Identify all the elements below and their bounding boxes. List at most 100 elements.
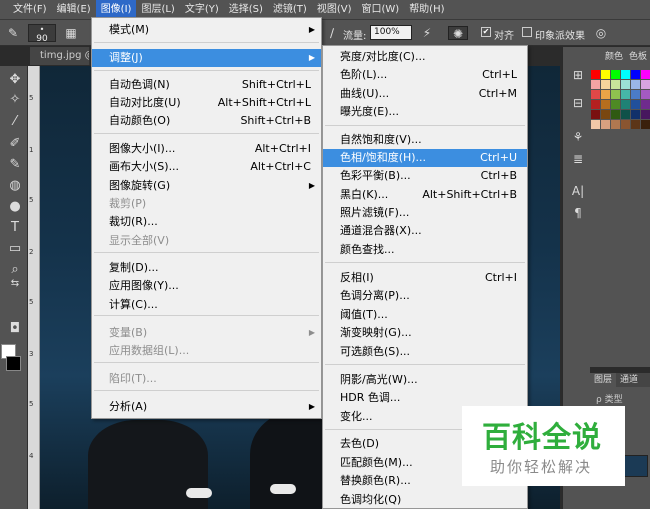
menu-item[interactable]: 计算(C)... bbox=[92, 296, 321, 314]
swatch-cell[interactable] bbox=[601, 100, 610, 109]
swatch-cell[interactable] bbox=[611, 70, 620, 79]
menu-item[interactable]: 渐变映射(G)... bbox=[323, 324, 527, 342]
swatch-cell[interactable] bbox=[601, 120, 610, 129]
document-tab[interactable]: timg.jpg @ bbox=[30, 47, 90, 65]
tab-color[interactable]: 颜色 bbox=[602, 50, 626, 64]
flow-input[interactable]: 100% bbox=[370, 25, 412, 40]
menu-item[interactable]: 裁剪(P) bbox=[92, 195, 321, 213]
menu-item[interactable]: 显示全部(V) bbox=[92, 232, 321, 250]
menu-item[interactable]: 裁切(R)... bbox=[92, 213, 321, 231]
menu-item[interactable]: 画布大小(S)... Alt+Ctrl+C bbox=[92, 158, 321, 176]
brush-preset-icon[interactable]: ✺ bbox=[448, 26, 468, 41]
swatch-cell[interactable] bbox=[611, 90, 620, 99]
menu-item[interactable]: 变量(B) ▶ bbox=[92, 324, 321, 342]
menu-item[interactable]: HDR 色调... bbox=[323, 389, 527, 407]
swatch-cell[interactable] bbox=[621, 100, 630, 109]
menu-item[interactable]: 反相(I) Ctrl+I bbox=[323, 269, 527, 287]
menu-item[interactable]: 分析(A) ▶ bbox=[92, 398, 321, 416]
tab-swatches[interactable]: 色板 bbox=[626, 50, 650, 64]
brush-panel-icon[interactable]: ▦ bbox=[64, 26, 78, 40]
menu-item[interactable]: 颜色查找... bbox=[323, 241, 527, 259]
swatch-cell[interactable] bbox=[641, 90, 650, 99]
menu-edit[interactable]: 编辑(E) bbox=[52, 0, 96, 20]
tab-layers[interactable]: 图层 bbox=[590, 373, 617, 387]
menu-item[interactable]: 色相/饱和度(H)... Ctrl+U bbox=[323, 149, 527, 167]
menu-item[interactable]: 应用图像(Y)... bbox=[92, 277, 321, 295]
swatch-cell[interactable] bbox=[621, 120, 630, 129]
menu-item[interactable]: 自动色调(N) Shift+Ctrl+L bbox=[92, 76, 321, 94]
swatch-cell[interactable] bbox=[641, 70, 650, 79]
swatch-cell[interactable] bbox=[631, 120, 640, 129]
menu-item[interactable]: 黑白(K)... Alt+Shift+Ctrl+B bbox=[323, 186, 527, 204]
menu-item[interactable]: 通道混合器(X)... bbox=[323, 222, 527, 240]
pressure-size-icon[interactable]: ◎ bbox=[594, 26, 608, 40]
swatch-cell[interactable] bbox=[601, 90, 610, 99]
swatch-cell[interactable] bbox=[611, 80, 620, 89]
swatch-cell[interactable] bbox=[631, 80, 640, 89]
layer-kind-filter[interactable]: ρ 类型 bbox=[596, 392, 623, 405]
swatch-cell[interactable] bbox=[641, 120, 650, 129]
tab-channels[interactable]: 通道 bbox=[616, 373, 642, 387]
swap-colors-icon[interactable]: ⇆ bbox=[7, 276, 23, 292]
dodge-icon[interactable]: ● bbox=[7, 199, 23, 215]
menu-window[interactable]: 窗口(W) bbox=[356, 0, 404, 20]
menu-item[interactable]: 照片滤镜(F)... bbox=[323, 204, 527, 222]
menu-item[interactable]: 曲线(U)... Ctrl+M bbox=[323, 85, 527, 103]
swatch-cell[interactable] bbox=[641, 110, 650, 119]
paragraph-panel-icon[interactable]: ¶ bbox=[570, 205, 586, 221]
swatch-cell[interactable] bbox=[591, 100, 600, 109]
swatch-cell[interactable] bbox=[621, 70, 630, 79]
menu-item[interactable]: 可选颜色(S)... bbox=[323, 343, 527, 361]
history-brush-icon[interactable]: ✎ bbox=[7, 157, 23, 173]
swatch-cell[interactable] bbox=[591, 110, 600, 119]
menu-file[interactable]: 文件(F) bbox=[8, 0, 52, 20]
swatch-cell[interactable] bbox=[641, 80, 650, 89]
menu-item[interactable]: 色调均化(Q) bbox=[323, 491, 527, 509]
brush-icon[interactable]: ✐ bbox=[7, 136, 23, 152]
menu-item[interactable]: 曝光度(E)... bbox=[323, 103, 527, 121]
menu-item[interactable]: 自动对比度(U) Alt+Shift+Ctrl+L bbox=[92, 94, 321, 112]
character-panel-icon[interactable]: A| bbox=[570, 183, 586, 199]
menu-item[interactable]: 色阶(L)... Ctrl+L bbox=[323, 66, 527, 84]
eyedropper-icon[interactable]: ⁄ bbox=[7, 114, 23, 130]
menu-item[interactable]: 色调分离(P)... bbox=[323, 287, 527, 305]
swatch-cell[interactable] bbox=[611, 120, 620, 129]
menu-item[interactable]: 色彩平衡(B)... Ctrl+B bbox=[323, 167, 527, 185]
menu-item[interactable]: 自动颜色(O) Shift+Ctrl+B bbox=[92, 112, 321, 130]
swatch-cell[interactable] bbox=[601, 80, 610, 89]
quick-mask-icon[interactable]: ◘ bbox=[7, 321, 23, 337]
menu-item[interactable]: 陷印(T)... bbox=[92, 370, 321, 388]
brush-panel-icon[interactable]: ⚘ bbox=[570, 129, 586, 145]
menu-item[interactable]: 亮度/对比度(C)... bbox=[323, 48, 527, 66]
move-tool-icon[interactable]: ✥ bbox=[7, 72, 23, 88]
paint-bucket-icon[interactable]: ◍ bbox=[7, 178, 23, 194]
swatch-cell[interactable] bbox=[631, 90, 640, 99]
swatch-cell[interactable] bbox=[591, 80, 600, 89]
swatch-cell[interactable] bbox=[631, 70, 640, 79]
menu-item[interactable]: 调整(J) ▶ bbox=[92, 49, 321, 67]
swatch-cell[interactable] bbox=[591, 70, 600, 79]
swatch-cell[interactable] bbox=[591, 90, 600, 99]
swatch-cell[interactable] bbox=[611, 110, 620, 119]
align-checkbox[interactable]: ✔ bbox=[481, 27, 491, 37]
menu-item[interactable]: 模式(M) ▶ bbox=[92, 21, 321, 39]
menu-item[interactable]: 阈值(T)... bbox=[323, 306, 527, 324]
menu-item[interactable]: 图像大小(I)... Alt+Ctrl+I bbox=[92, 140, 321, 158]
brush-size-picker[interactable]: • 90 bbox=[28, 24, 56, 44]
swatch-cell[interactable] bbox=[631, 100, 640, 109]
impressionist-checkbox[interactable] bbox=[522, 27, 532, 37]
airbrush-icon[interactable]: ⚡ bbox=[420, 26, 434, 40]
menu-item[interactable]: 复制(D)... bbox=[92, 259, 321, 277]
swatch-cell[interactable] bbox=[621, 90, 630, 99]
swatch-cell[interactable] bbox=[641, 100, 650, 109]
history-panel-icon[interactable]: ⊞ bbox=[570, 67, 586, 83]
properties-panel-icon[interactable]: ⊟ bbox=[570, 95, 586, 111]
menu-item[interactable]: 图像旋转(G) ▶ bbox=[92, 177, 321, 195]
swatch-cell[interactable] bbox=[601, 70, 610, 79]
background-color-swatch[interactable] bbox=[6, 356, 21, 371]
menu-item[interactable]: 自然饱和度(V)... bbox=[323, 131, 527, 149]
magic-wand-icon[interactable]: ✧ bbox=[7, 92, 23, 108]
airbrush-pressure-icon[interactable]: ∕ bbox=[325, 26, 339, 40]
swatch-cell[interactable] bbox=[631, 110, 640, 119]
swatch-cell[interactable] bbox=[621, 110, 630, 119]
